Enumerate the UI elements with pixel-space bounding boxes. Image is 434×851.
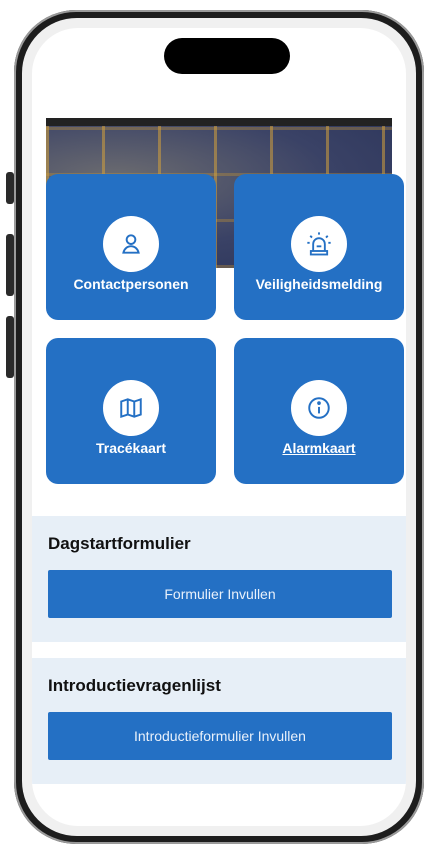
tile-label[interactable]: Alarmkaart <box>234 440 404 456</box>
tile-veiligheidsmelding[interactable]: Veiligheidsmelding <box>234 174 404 320</box>
person-icon <box>103 216 159 272</box>
phone-frame: Contactpersonen Veiligheidsmelding Tracé… <box>14 10 424 844</box>
introductieformulier-invullen-button[interactable]: Introductieformulier Invullen <box>48 712 392 760</box>
intro-section: Introductievragenlijst Introductieformul… <box>32 658 406 784</box>
header-image-top-strip <box>46 118 392 126</box>
info-icon <box>291 380 347 436</box>
tile-label: Tracékaart <box>95 440 167 456</box>
map-icon <box>103 380 159 436</box>
tile-label: Contactpersonen <box>73 276 189 292</box>
dynamic-island <box>164 38 290 74</box>
section-title: Dagstartformulier <box>48 534 191 553</box>
formulier-invullen-button[interactable]: Formulier Invullen <box>48 570 392 618</box>
tile-alarmkaart[interactable]: Alarmkaart <box>234 338 404 484</box>
tile-tracekaart[interactable]: Tracékaart <box>46 338 216 484</box>
siren-icon <box>291 216 347 272</box>
dagstart-section: Dagstartformulier Formulier Invullen <box>32 516 406 642</box>
tile-label: Veiligheidsmelding <box>255 276 383 292</box>
volume-down-button <box>6 316 14 378</box>
volume-up-button <box>6 234 14 296</box>
side-button <box>6 172 14 204</box>
app-screen: Contactpersonen Veiligheidsmelding Tracé… <box>32 28 406 826</box>
tile-contactpersonen[interactable]: Contactpersonen <box>46 174 216 320</box>
section-title: Introductievragenlijst <box>48 676 221 695</box>
